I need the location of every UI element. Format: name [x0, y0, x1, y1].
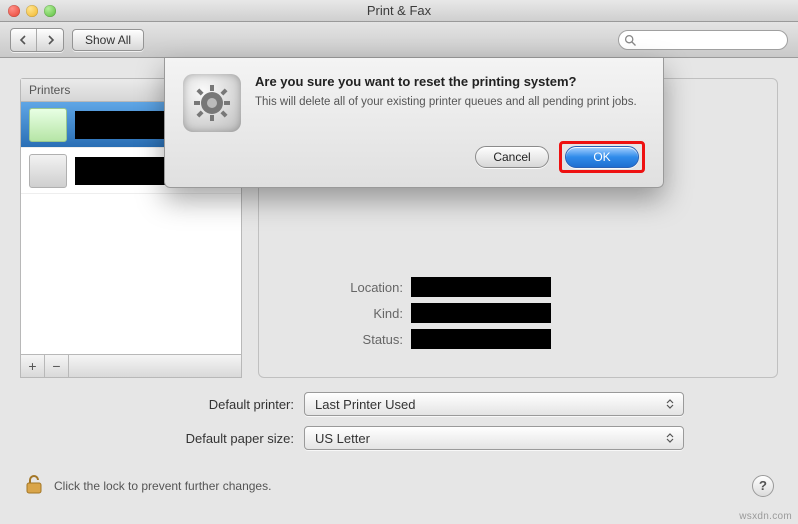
chevron-updown-icon: [663, 430, 677, 446]
search-field-wrap[interactable]: [618, 30, 788, 50]
status-label: Status:: [283, 332, 403, 347]
titlebar: Print & Fax: [0, 0, 798, 22]
default-printer-row: Default printer: Last Printer Used: [114, 392, 684, 416]
nav-segment: [10, 28, 64, 52]
location-label: Location:: [283, 280, 403, 295]
dialog-title: Are you sure you want to reset the print…: [255, 74, 645, 91]
default-paper-row: Default paper size: US Letter: [114, 426, 684, 450]
dialog-body: Are you sure you want to reset the print…: [255, 74, 645, 173]
dialog-message: This will delete all of your existing pr…: [255, 95, 645, 111]
dialog-icon: [183, 74, 241, 132]
reset-printing-dialog: Are you sure you want to reset the print…: [164, 58, 664, 188]
kind-row: Kind:: [283, 303, 753, 323]
chevron-left-icon: [19, 35, 28, 45]
search-input[interactable]: [639, 33, 781, 47]
default-printer-label: Default printer:: [114, 397, 294, 412]
back-button[interactable]: [11, 29, 37, 51]
cancel-button[interactable]: Cancel: [475, 146, 549, 168]
chevron-updown-icon: [663, 396, 677, 412]
ok-button[interactable]: OK: [565, 146, 639, 168]
search-icon: [624, 34, 637, 47]
default-paper-label: Default paper size:: [114, 431, 294, 446]
status-row: Status:: [283, 329, 753, 349]
lock-text: Click the lock to prevent further change…: [54, 479, 271, 493]
watermark: wsxdn.com: [739, 511, 792, 522]
location-row: Location:: [283, 277, 753, 297]
printers-footer: + −: [21, 354, 241, 377]
window-controls: [8, 5, 56, 17]
detail-rows: Location: Kind: Status:: [283, 277, 753, 349]
dialog-buttons: Cancel OK: [255, 141, 645, 173]
toolbar: Show All: [0, 22, 798, 58]
status-value-redacted: [411, 329, 551, 349]
chevron-right-icon: [46, 35, 55, 45]
default-paper-select[interactable]: US Letter: [304, 426, 684, 450]
kind-value-redacted: [411, 303, 551, 323]
default-printer-select[interactable]: Last Printer Used: [304, 392, 684, 416]
defaults-form: Default printer: Last Printer Used Defau…: [20, 392, 778, 450]
remove-printer-button[interactable]: −: [45, 355, 69, 377]
location-value-redacted: [411, 277, 551, 297]
printer-gray-icon: [29, 154, 67, 188]
lock-row: Click the lock to prevent further change…: [24, 473, 774, 498]
default-paper-value: US Letter: [315, 431, 370, 446]
forward-button[interactable]: [37, 29, 63, 51]
show-all-button[interactable]: Show All: [72, 29, 144, 51]
ok-highlight: OK: [559, 141, 645, 173]
close-window-button[interactable]: [8, 5, 20, 17]
add-printer-button[interactable]: +: [21, 355, 45, 377]
lock-open-icon[interactable]: [24, 473, 44, 498]
default-printer-value: Last Printer Used: [315, 397, 415, 412]
help-button[interactable]: ?: [752, 475, 774, 497]
window-title: Print & Fax: [0, 3, 798, 18]
kind-label: Kind:: [283, 306, 403, 321]
gear-icon: [183, 74, 241, 132]
printer-green-icon: [29, 108, 67, 142]
zoom-window-button[interactable]: [44, 5, 56, 17]
minimize-window-button[interactable]: [26, 5, 38, 17]
